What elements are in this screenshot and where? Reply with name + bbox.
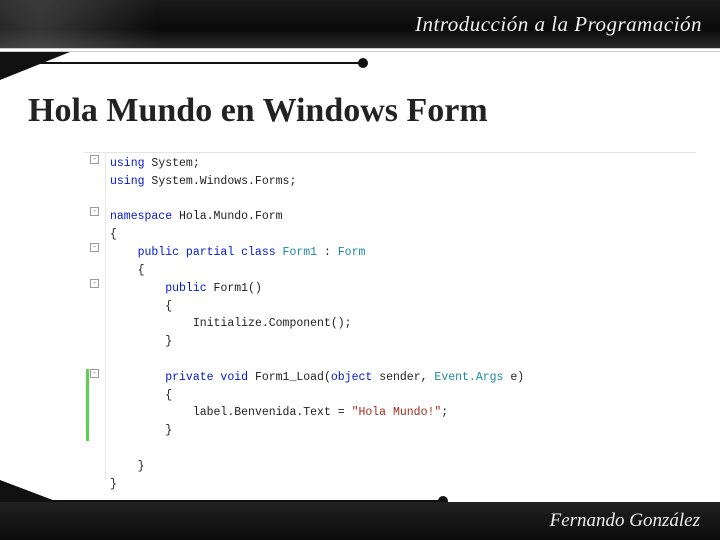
code-keyword: public partial class — [138, 246, 276, 259]
code-text: System; — [145, 157, 200, 170]
code-brace: { — [138, 264, 145, 277]
code-text: sender, — [372, 371, 434, 384]
header-line-decoration — [0, 62, 360, 64]
header-banner: Introducción a la Programación — [0, 0, 720, 48]
code-text: Initialize.Component(); — [193, 317, 352, 330]
code-keyword: namespace — [110, 210, 172, 223]
change-marker — [86, 369, 89, 441]
code-brace: { — [110, 228, 117, 241]
code-text: Form1_Load( — [248, 371, 331, 384]
code-type: Event.Args — [434, 371, 503, 384]
code-text: ) — [517, 371, 524, 384]
fold-icon: - — [90, 243, 99, 252]
code-text: e — [503, 371, 517, 384]
code-content: using System; using System.Windows.Forms… — [110, 155, 696, 493]
code-brace: { — [165, 300, 172, 313]
code-text: System.Windows.Forms; — [145, 175, 297, 188]
slide-title: Hola Mundo en Windows Form — [28, 92, 488, 130]
header-dot-decoration — [358, 58, 368, 68]
footer-banner: Fernando González — [0, 502, 720, 540]
code-keyword: using — [110, 157, 145, 170]
code-keyword: object — [331, 371, 372, 384]
header-triangle-decoration — [0, 52, 70, 80]
header-decoration — [0, 0, 300, 48]
code-brace: } — [110, 478, 117, 491]
fold-icon: - — [90, 279, 99, 288]
code-type: Form — [338, 246, 366, 259]
code-text: label.Benvenida.Text = — [193, 406, 352, 419]
code-type: Form1 — [276, 246, 317, 259]
code-keyword: private void — [165, 371, 248, 384]
fold-icon: - — [90, 369, 99, 378]
code-text: Form1() — [207, 282, 262, 295]
author-name: Fernando González — [550, 510, 700, 532]
code-keyword: public — [165, 282, 206, 295]
header-divider — [0, 48, 720, 52]
code-keyword: using — [110, 175, 145, 188]
fold-icon: - — [90, 155, 99, 164]
code-text: Hola.Mundo.Form — [172, 210, 282, 223]
code-editor: - - - - - using System; using System.Win… — [84, 152, 696, 480]
code-brace: } — [165, 424, 172, 437]
code-brace: } — [165, 335, 172, 348]
footer-triangle-decoration — [0, 480, 58, 502]
course-title: Introducción a la Programación — [415, 12, 702, 37]
code-gutter: - - - - - — [84, 153, 106, 480]
fold-icon: - — [90, 207, 99, 216]
code-brace: { — [165, 389, 172, 402]
code-text: : — [317, 246, 338, 259]
code-string: "Hola Mundo!" — [352, 406, 442, 419]
code-brace: } — [138, 460, 145, 473]
code-text: ; — [441, 406, 448, 419]
